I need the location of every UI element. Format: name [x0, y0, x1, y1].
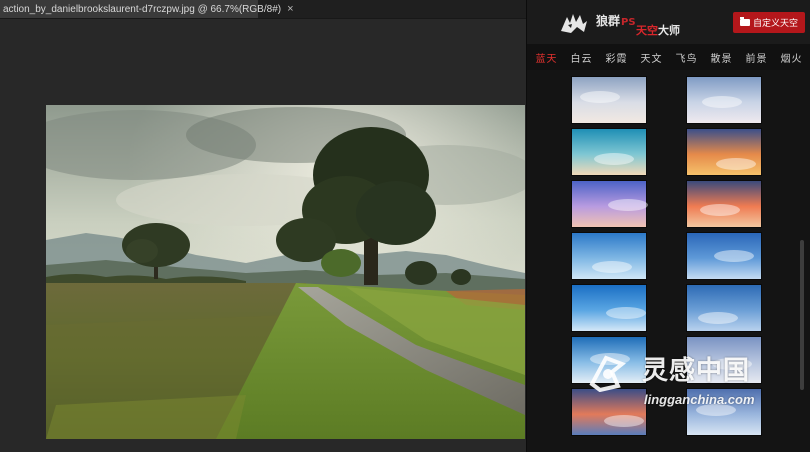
watermark: 灵感中国 lingganchina.com [586, 350, 786, 420]
document-tab-title: action_by_danielbrookslaurent-d7rczpw.jp… [3, 3, 282, 15]
brand-subtitle-white: 大师 [658, 24, 680, 37]
sky-thumbnail[interactable] [686, 232, 762, 280]
category-tab[interactable]: 蓝天 [536, 50, 558, 65]
panel-scrollbar[interactable] [799, 74, 805, 452]
panel-header: 狼群PS 天空大师 自定义天空 [527, 0, 810, 44]
landscape-photo [46, 105, 525, 439]
category-tab[interactable]: 天文 [641, 50, 663, 65]
cloud-detail [716, 158, 756, 170]
cloud-detail [714, 250, 754, 262]
custom-sky-button[interactable]: 自定义天空 [733, 12, 805, 33]
sky-thumbnail[interactable] [571, 76, 647, 124]
brand-ps: PS [621, 17, 636, 28]
category-tab[interactable]: 烟火 [781, 50, 803, 65]
category-tab[interactable]: 白云 [571, 50, 593, 65]
document-tab[interactable]: action_by_danielbrookslaurent-d7rczpw.jp… [0, 0, 294, 18]
sky-thumbnail[interactable] [571, 284, 647, 332]
brand-name: 狼群PS [596, 12, 636, 29]
folder-icon [739, 17, 750, 26]
sky-thumbnail[interactable] [686, 284, 762, 332]
custom-sky-button-label: 自定义天空 [752, 19, 798, 29]
category-tab[interactable]: 飞鸟 [676, 50, 698, 65]
cloud-detail [606, 307, 646, 319]
cloud-detail [592, 261, 632, 273]
wolf-logo-icon [561, 14, 587, 33]
category-tabs: 蓝天 白云 彩霞 天文 飞鸟 散景 前景 烟火 [527, 44, 810, 70]
sky-thumbnail[interactable] [686, 180, 762, 228]
sky-thumbnail[interactable] [571, 180, 648, 228]
cloud-detail [594, 153, 634, 165]
category-tab[interactable]: 前景 [746, 50, 768, 65]
document-tab-bar: action_by_danielbrookslaurent-d7rczpw.jp… [0, 0, 526, 19]
watermark-title: 灵感中国 [642, 356, 751, 386]
cloud-detail [700, 204, 740, 216]
brand-subtitle-red: 天空 [636, 24, 658, 37]
close-icon[interactable]: × [287, 3, 293, 15]
scrollbar-thumb[interactable] [800, 240, 804, 390]
cloud-detail [702, 96, 742, 108]
cloud-detail [698, 312, 738, 324]
watermark-url: lingganchina.com [644, 392, 755, 407]
cloud-detail [580, 91, 620, 103]
sky-thumbnail[interactable] [686, 128, 762, 176]
brand-name-text: 狼群 [596, 14, 621, 28]
canvas-area [0, 19, 526, 452]
sky-thumbnail[interactable] [571, 128, 647, 176]
brand-subtitle: 天空大师 [636, 22, 680, 38]
category-tab[interactable]: 彩霞 [606, 50, 628, 65]
sky-thumbnail[interactable] [571, 232, 647, 280]
watermark-logo-icon [589, 355, 626, 392]
category-tab[interactable]: 散景 [711, 50, 733, 65]
cloud-detail [608, 199, 648, 211]
sky-thumbnail[interactable] [686, 76, 762, 124]
